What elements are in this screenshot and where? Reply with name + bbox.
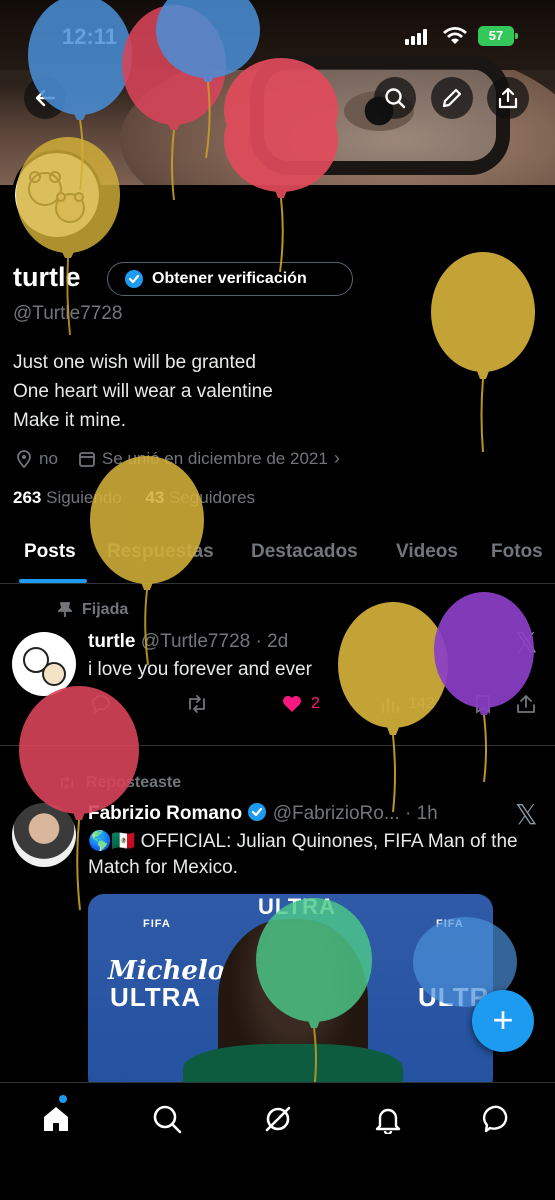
profile-handle: @Turtle7728 xyxy=(13,303,123,324)
bio-line: One heart will wear a valentine xyxy=(13,381,273,402)
bio-line: Just one wish will be granted xyxy=(13,352,256,373)
profile-tabs: Posts Respuestas Destacados Videos Fotos xyxy=(0,527,555,584)
verified-badge-icon xyxy=(248,803,267,821)
banner-glasses xyxy=(250,55,510,175)
following-link[interactable]: 263 Siguiendo xyxy=(13,488,122,507)
post-time[interactable]: · 2d xyxy=(255,631,288,652)
profile-meta: no Se unió en diciembre de 2021 › xyxy=(15,448,340,469)
post-time[interactable]: · 1h xyxy=(405,803,438,824)
tab-videos[interactable]: Videos xyxy=(396,541,458,563)
followers-link[interactable]: 43 Seguidores xyxy=(145,488,255,507)
post-media-image[interactable]: Michelob ULTRA ULTRA ULTRA FIFA FIFA xyxy=(88,894,493,1094)
status-bar: 12:11 57 xyxy=(0,0,555,70)
retweet-icon xyxy=(189,695,205,713)
repost-label: Reposteaste xyxy=(58,774,181,792)
bear-drawing xyxy=(23,647,66,686)
bell-icon xyxy=(375,1108,401,1134)
tab-highlights[interactable]: Destacados xyxy=(251,541,358,563)
search-button[interactable] xyxy=(374,77,416,119)
back-arrow-icon xyxy=(35,89,56,107)
post-text: i love you forever and ever xyxy=(88,659,312,680)
post-divider xyxy=(0,745,555,746)
battery-indicator: 57 xyxy=(478,26,518,46)
verified-badge-icon xyxy=(125,270,143,288)
pinned-label: Fijada xyxy=(58,601,128,619)
notification-dot xyxy=(59,1095,67,1103)
nav-search[interactable] xyxy=(149,1101,185,1137)
get-verified-button[interactable]: Obtener verificación xyxy=(107,262,353,296)
tab-replies[interactable]: Respuestas xyxy=(107,541,214,563)
follow-counts: 263 Siguiendo 43 Seguidores xyxy=(13,488,255,508)
views-button[interactable]: 142 xyxy=(380,694,435,714)
home-icon xyxy=(44,1107,68,1131)
bio-line: Make it mine. xyxy=(13,410,126,431)
search-icon xyxy=(385,88,406,109)
bookmark-icon xyxy=(476,695,490,714)
share-icon xyxy=(517,695,535,713)
post-handle[interactable]: @FabrizioRo... xyxy=(273,803,400,824)
location-text: no xyxy=(39,448,58,468)
back-button[interactable] xyxy=(24,77,66,119)
grok-icon xyxy=(265,1106,291,1132)
messages-icon xyxy=(482,1105,508,1133)
media-fifa-text: FIFA xyxy=(143,918,171,930)
profile-avatar[interactable] xyxy=(12,150,102,240)
post-actions: 2 142 xyxy=(0,694,555,724)
pin-icon xyxy=(58,602,72,617)
plus-icon: + xyxy=(492,999,514,1040)
reply-icon xyxy=(92,695,110,714)
wifi-icon xyxy=(443,27,467,44)
post-handle[interactable]: @Turtle7728 xyxy=(141,631,250,652)
get-verified-label: Obtener verificación xyxy=(152,270,307,287)
x-logo-icon[interactable]: 𝕏 xyxy=(515,798,538,831)
like-button[interactable]: 2 xyxy=(281,694,320,714)
post-header: Fabrizio Romano @FabrizioRo... · 1h xyxy=(88,802,438,825)
balloon-yellow xyxy=(431,252,535,453)
retweet-button[interactable] xyxy=(185,694,209,714)
media-fifa-text: FIFA xyxy=(436,918,464,930)
x-logo-icon[interactable]: 𝕏 xyxy=(515,626,538,659)
bottom-navigation xyxy=(0,1082,555,1200)
share-icon xyxy=(498,87,518,109)
post-avatar[interactable] xyxy=(12,632,76,696)
post-header: turtle @Turtle7728 · 2d xyxy=(88,631,288,653)
post-author[interactable]: Fabrizio Romano xyxy=(88,803,242,824)
edit-pencil-icon xyxy=(442,88,462,108)
like-count: 2 xyxy=(311,695,320,712)
chevron-right-icon[interactable]: › xyxy=(334,448,340,469)
tab-posts[interactable]: Posts xyxy=(24,541,76,563)
bear-drawing xyxy=(28,171,85,223)
balloon-purple xyxy=(434,592,534,783)
media-ultra-text: ULTRA xyxy=(258,894,336,919)
nav-home[interactable] xyxy=(38,1101,74,1137)
share-button[interactable] xyxy=(487,77,529,119)
joined-date: Se unió en diciembre de 2021 xyxy=(101,448,328,468)
status-time: 12:11 xyxy=(62,24,118,49)
profile-name: turtle xyxy=(13,262,81,292)
profile-bio: Just one wish will be granted One heart … xyxy=(13,348,273,435)
views-count: 142 xyxy=(408,695,435,712)
media-ultra-text: ULTRA xyxy=(110,982,202,1012)
location-icon xyxy=(17,449,31,468)
views-icon xyxy=(382,697,399,713)
nav-notifications[interactable] xyxy=(370,1101,406,1137)
post-share-button[interactable] xyxy=(516,694,536,714)
reply-button[interactable] xyxy=(90,694,112,714)
edit-button[interactable] xyxy=(431,77,473,119)
bookmark-button[interactable] xyxy=(474,694,492,714)
compose-post-button[interactable]: + xyxy=(472,990,534,1052)
post-avatar[interactable] xyxy=(12,803,76,867)
search-icon xyxy=(153,1105,182,1134)
heart-icon xyxy=(283,696,301,712)
signal-icon xyxy=(405,29,429,45)
retweet-icon xyxy=(61,776,73,790)
calendar-icon xyxy=(79,451,95,467)
nav-grok[interactable] xyxy=(260,1101,296,1137)
active-tab-indicator xyxy=(19,579,87,583)
tab-photos[interactable]: Fotos xyxy=(491,541,543,563)
nav-messages[interactable] xyxy=(480,1101,516,1137)
post-text: 🌎🇲🇽 OFFICIAL: Julian Quinones, FIFA Man … xyxy=(88,831,518,878)
post-author[interactable]: turtle xyxy=(88,631,136,652)
